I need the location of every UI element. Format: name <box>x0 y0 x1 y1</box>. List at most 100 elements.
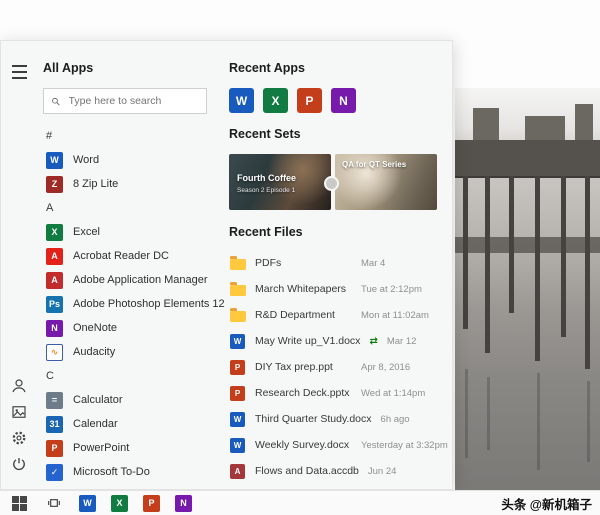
acrobat-icon: A <box>46 248 63 265</box>
powerpoint-doc-icon: P <box>230 386 245 401</box>
file-name: Flows and Data.accdb <box>255 465 359 477</box>
app-item-microsoft-todo[interactable]: ✓ Microsoft To-Do <box>37 460 231 484</box>
app-label: Audacity <box>73 346 115 358</box>
calculator-icon: = <box>46 392 63 409</box>
app-item-powerpoint[interactable]: P PowerPoint <box>37 436 231 460</box>
photo-shape <box>473 108 499 140</box>
all-apps-title: All Apps <box>37 57 231 79</box>
section-letter[interactable]: C <box>37 364 231 388</box>
photo-shape <box>455 140 600 178</box>
taskbar-word-button[interactable]: W <box>79 495 96 512</box>
app-item-audacity[interactable]: ∿ Audacity <box>37 340 231 364</box>
app-label: PowerPoint <box>73 442 129 454</box>
app-item-adobe-application-manager[interactable]: A Adobe Application Manager <box>37 268 231 292</box>
hamburger-menu-button[interactable] <box>8 61 30 83</box>
start-button[interactable] <box>9 493 29 513</box>
file-date: Mon at 11:02am <box>361 310 449 321</box>
app-item-8-zip-lite[interactable]: Z 8 Zip Lite <box>37 172 231 196</box>
pictures-button[interactable] <box>8 401 30 423</box>
user-account-button[interactable] <box>8 375 30 397</box>
task-view-button[interactable] <box>44 493 64 513</box>
app-item-word[interactable]: W Word <box>37 148 231 172</box>
file-name: DIY Tax prep.ppt <box>255 361 333 373</box>
app-label: Word <box>73 154 99 166</box>
photo-shape <box>463 176 468 329</box>
app-item-calculator[interactable]: = Calculator <box>37 388 231 412</box>
search-icon <box>51 96 61 107</box>
section-letter[interactable]: A <box>37 196 231 220</box>
excel-tile[interactable]: X <box>263 88 288 113</box>
set-card-qa-for-qt-series[interactable]: QA for QT Series <box>335 154 437 210</box>
set-card-subtitle: Season 2 Episode 1 <box>237 187 295 194</box>
file-name: R&D Department <box>255 309 335 321</box>
file-date: 6h ago <box>381 414 469 425</box>
app-item-acrobat-reader[interactable]: A Acrobat Reader DC <box>37 244 231 268</box>
file-date: Wed at 1:14pm <box>361 388 449 399</box>
todo-icon: ✓ <box>46 464 63 481</box>
power-icon <box>10 455 28 473</box>
app-label: Calculator <box>73 394 123 406</box>
recent-apps-title: Recent Apps <box>229 61 449 79</box>
app-label: 8 Zip Lite <box>73 178 118 190</box>
taskbar: W X P N 头条 @新机箱子 <box>0 490 600 515</box>
onenote-icon: N <box>46 320 63 337</box>
app-label: Acrobat Reader DC <box>73 250 169 262</box>
file-row-march-whitepapers[interactable]: March Whitepapers Tue at 2:12pm <box>229 276 449 302</box>
set-card-fourth-coffee[interactable]: Fourth Coffee Season 2 Episode 1 <box>229 154 331 210</box>
shared-sync-icon: ⇄ <box>369 336 377 347</box>
app-label: Calendar <box>73 418 118 430</box>
powerpoint-doc-icon: P <box>230 360 245 375</box>
file-date: Apr 8, 2016 <box>361 362 449 373</box>
word-doc-icon: W <box>230 412 245 427</box>
file-row-diy-tax-prep[interactable]: P DIY Tax prep.ppt Apr 8, 2016 <box>229 354 449 380</box>
gear-icon <box>10 429 28 447</box>
file-date: Mar 4 <box>361 258 449 269</box>
app-item-onenote[interactable]: N OneNote <box>37 316 231 340</box>
recent-sets-title: Recent Sets <box>229 127 449 145</box>
folder-icon <box>230 259 246 270</box>
app-item-calendar[interactable]: 31 Calendar <box>37 412 231 436</box>
word-icon: W <box>46 152 63 169</box>
photo-shape <box>485 176 490 353</box>
start-menu: All Apps # W Word Z 8 Zip Lite A X Ex <box>0 40 453 490</box>
file-row-may-write-up[interactable]: W May Write up_V1.docx ⇄ Mar 12 <box>229 328 449 354</box>
file-name: Weekly Survey.docx <box>255 439 349 451</box>
taskbar-excel-button[interactable]: X <box>111 495 128 512</box>
file-row-research-deck[interactable]: P Research Deck.pptx Wed at 1:14pm <box>229 380 449 406</box>
search-box[interactable] <box>43 88 207 114</box>
app-label: Microsoft To-Do <box>73 466 150 478</box>
file-name: March Whitepapers <box>255 283 346 295</box>
taskbar-powerpoint-button[interactable]: P <box>143 495 160 512</box>
powerpoint-tile[interactable]: P <box>297 88 322 113</box>
file-row-weekly-survey[interactable]: W Weekly Survey.docx Yesterday at 3:32pm <box>229 432 449 458</box>
pictures-icon <box>10 403 28 421</box>
file-name: Research Deck.pptx <box>255 387 350 399</box>
calendar-icon: 31 <box>46 416 63 433</box>
settings-button[interactable] <box>8 427 30 449</box>
file-row-pdfs[interactable]: PDFs Mar 4 <box>229 250 449 276</box>
file-row-flows-and-data[interactable]: A Flows and Data.accdb Jun 24 <box>229 458 449 484</box>
power-button[interactable] <box>8 453 30 475</box>
file-name: Third Quarter Study.docx <box>255 413 372 425</box>
folder-icon <box>230 285 246 296</box>
set-card-title: QA for QT Series <box>342 160 406 169</box>
word-tile[interactable]: W <box>229 88 254 113</box>
onenote-tile[interactable]: N <box>331 88 356 113</box>
folder-icon <box>230 311 246 322</box>
sets-scroll-dot <box>324 176 339 191</box>
app-item-photoshop-elements[interactable]: Ps Adobe Photoshop Elements 12 <box>37 292 231 316</box>
desktop-wallpaper-photo <box>455 88 600 490</box>
photo-shape <box>535 176 540 361</box>
file-row-third-quarter-study[interactable]: W Third Quarter Study.docx 6h ago <box>229 406 449 432</box>
file-row-rd-department[interactable]: R&D Department Mon at 11:02am <box>229 302 449 328</box>
desktop: All Apps # W Word Z 8 Zip Lite A X Ex <box>0 0 600 515</box>
excel-icon: X <box>46 224 63 241</box>
photo-shape <box>509 176 514 313</box>
taskbar-onenote-button[interactable]: N <box>175 495 192 512</box>
recent-files-title: Recent Files <box>229 225 449 243</box>
section-letter[interactable]: # <box>37 124 231 148</box>
powerpoint-icon: P <box>46 440 63 457</box>
app-item-excel[interactable]: X Excel <box>37 220 231 244</box>
app-label: Excel <box>73 226 100 238</box>
search-input[interactable] <box>67 94 199 108</box>
